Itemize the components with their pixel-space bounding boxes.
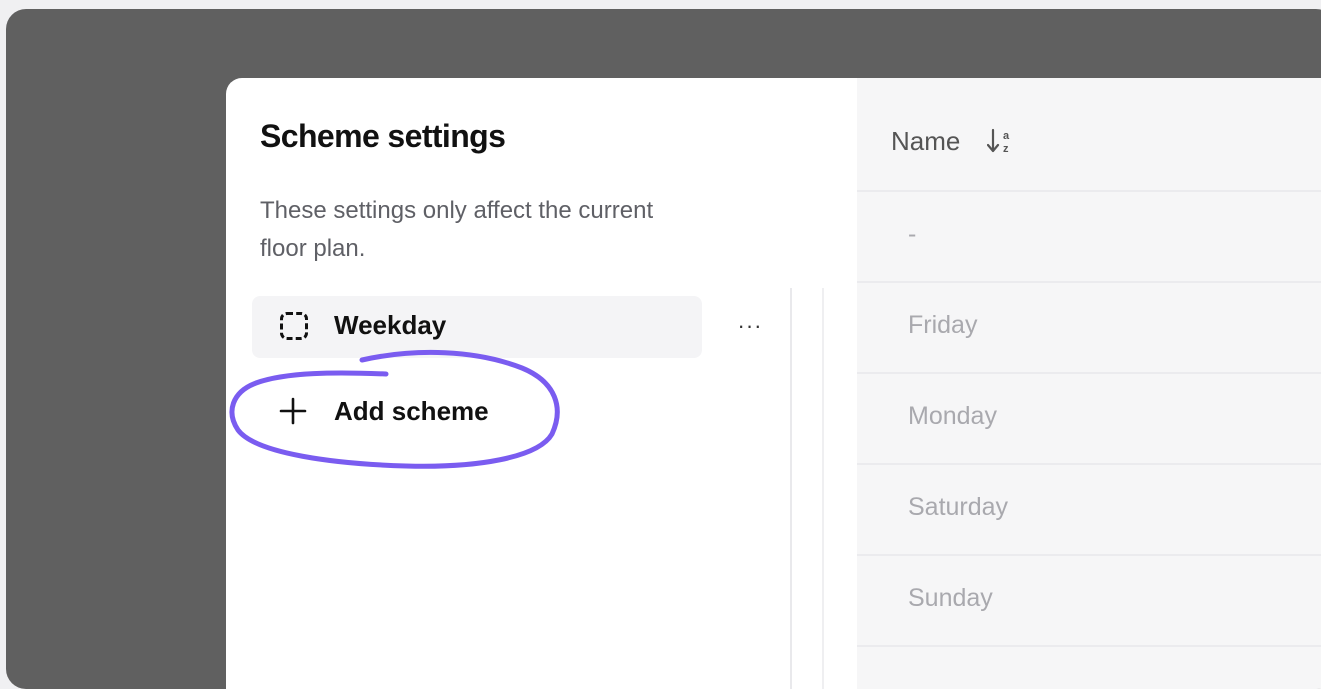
row-label: Monday — [908, 402, 997, 430]
add-scheme-label: Add scheme — [334, 396, 489, 426]
row-label: Friday — [908, 311, 978, 339]
screenshot-frame: Scheme settings These settings only affe… — [6, 9, 1321, 689]
column-divider — [822, 288, 824, 689]
dialog-description: These settings only affect the current f… — [260, 197, 654, 262]
sort-a-z-icon[interactable]: a z — [987, 126, 1017, 156]
dashed-square-icon — [280, 312, 308, 340]
svg-text:a: a — [1003, 130, 1010, 142]
more-options-icon[interactable]: ··· — [734, 314, 766, 338]
scheme-item-weekday[interactable]: Weekday — [252, 296, 702, 358]
row-label: Saturday — [908, 493, 1009, 521]
row-label: Sunday — [908, 584, 993, 612]
plus-icon — [279, 397, 307, 425]
settings-sidebar: Scheme settings These settings only affe… — [226, 78, 857, 689]
table-row[interactable]: Friday — [857, 283, 1321, 374]
table-row[interactable]: - — [857, 192, 1321, 283]
scheme-settings-dialog: Scheme settings These settings only affe… — [226, 78, 1321, 689]
scheme-item-label: Weekday — [334, 310, 447, 340]
table-row[interactable]: Monday — [857, 374, 1321, 465]
table-row[interactable]: Saturday — [857, 465, 1321, 556]
row-label: - — [908, 220, 917, 248]
svg-text:z: z — [1003, 143, 1009, 155]
table-row[interactable]: Sunday — [857, 556, 1321, 647]
name-column-header[interactable]: Name — [891, 126, 960, 157]
table-header[interactable]: Name a z — [857, 78, 1321, 192]
scrollbar-track — [790, 288, 792, 689]
dialog-title: Scheme settings — [260, 118, 506, 154]
schemes-table: Name a z - Friday Monday Saturday Sunday — [857, 78, 1321, 689]
